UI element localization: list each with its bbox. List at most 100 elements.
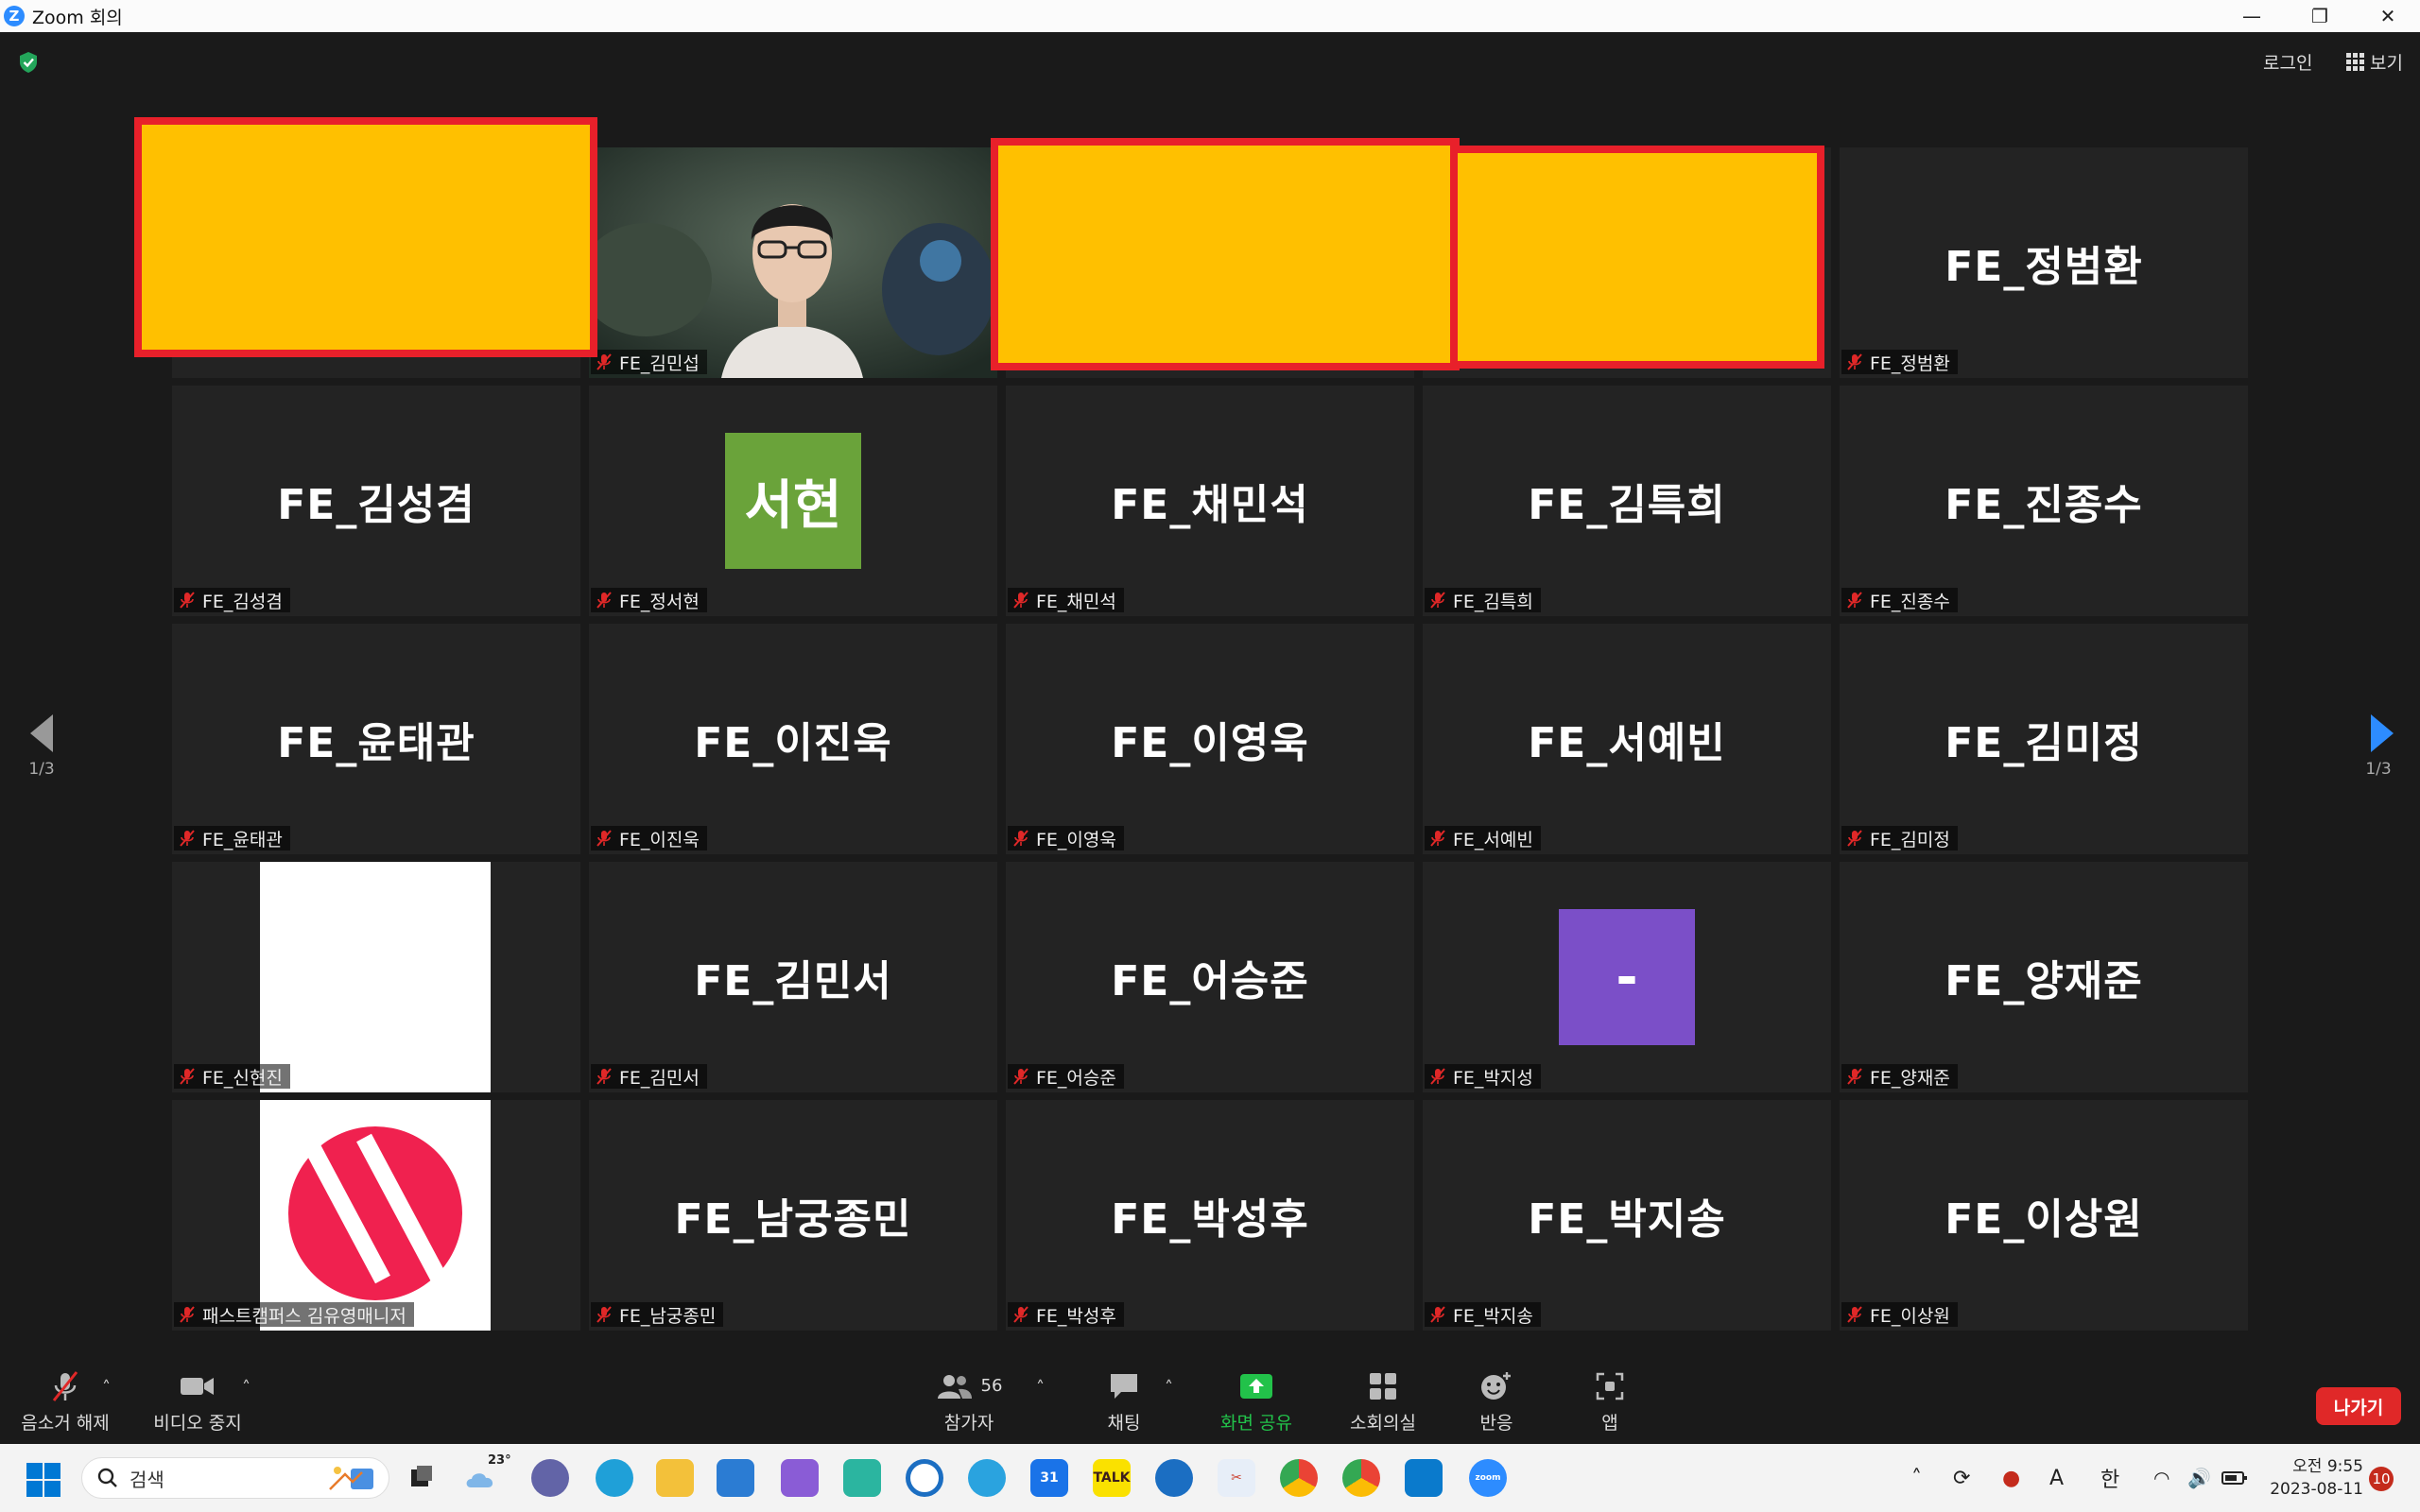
unmute-button[interactable]: 음소거 해제 xyxy=(15,1359,115,1444)
participant-tile[interactable]: FE_양재준 FE_양재준 xyxy=(1840,862,2248,1092)
participant-tile[interactable]: FE_김미정 FE_김미정 xyxy=(1840,624,2248,854)
participant-tile[interactable]: FE_서예빈 FE_서예빈 xyxy=(1423,624,1831,854)
participant-tile[interactable]: FE_김성겸 FE_김성겸 xyxy=(172,386,580,616)
taskbar-search-box[interactable]: 검색 xyxy=(81,1457,389,1499)
participant-tile[interactable]: FE_박지송 FE_박지송 xyxy=(1423,1100,1831,1331)
participant-name-label: FE_채민석 xyxy=(1008,588,1124,612)
next-page-button[interactable]: 1/3 xyxy=(2360,713,2397,788)
participant-tile[interactable]: FE_김특희 FE_김특희 xyxy=(1423,386,1831,616)
participant-name: FE_박지성 xyxy=(1453,1067,1533,1089)
login-button[interactable]: 로그인 xyxy=(2252,45,2324,77)
tray-mic-icon[interactable]: ● xyxy=(2002,1444,2020,1512)
participant-tile[interactable]: FE_이영욱 FE_이영욱 xyxy=(1006,624,1414,854)
tray-chevron-icon[interactable]: ˄ xyxy=(1911,1444,1922,1512)
participants-button[interactable]: 56 참가자 xyxy=(926,1359,1011,1444)
participant-tile[interactable]: 서현 FE_정서현 xyxy=(589,386,997,616)
zoom-app-icon[interactable]: zoom xyxy=(1469,1459,1507,1497)
windows-start-icon[interactable] xyxy=(26,1463,60,1497)
participant-name-label: FE_남궁종민 xyxy=(591,1302,724,1327)
stop-video-button[interactable]: 비디오 중지 xyxy=(147,1359,248,1444)
kakaotalk-icon[interactable]: TALK xyxy=(1093,1459,1131,1497)
notification-badge[interactable]: 10 xyxy=(2369,1467,2394,1491)
chat-bubble-icon xyxy=(1108,1369,1140,1403)
video-options-caret-icon[interactable]: ˄ xyxy=(242,1378,251,1398)
app-blue-arrow-icon[interactable] xyxy=(1155,1459,1193,1497)
tray-sync-icon[interactable]: ⟳ xyxy=(1953,1444,1970,1512)
taskbar-clock[interactable]: 오전 9:55 2023-08-11 xyxy=(2250,1455,2363,1501)
muted-mic-icon xyxy=(1845,591,1864,610)
restore-button[interactable]: ❐ xyxy=(2286,0,2354,32)
smiley-plus-icon xyxy=(1479,1369,1513,1403)
participant-tile[interactable]: FE_정범환 FE_정범환 xyxy=(1840,147,2248,378)
microsoft-store-icon[interactable] xyxy=(717,1459,754,1497)
file-explorer-icon[interactable] xyxy=(656,1459,694,1497)
close-button[interactable]: ✕ xyxy=(2354,0,2420,32)
window-title: Zoom 회의 xyxy=(32,7,123,28)
participant-tile[interactable]: FE_신현진 xyxy=(172,862,580,1092)
muted-mic-icon xyxy=(1845,1305,1864,1324)
chat-options-caret-icon[interactable]: ˄ xyxy=(1165,1378,1173,1398)
muted-mic-icon xyxy=(1845,1067,1864,1086)
participant-tile[interactable]: 패스트캠퍼스 김유영매니저 xyxy=(172,1100,580,1331)
weather-widget-icon[interactable]: 23° xyxy=(463,1453,511,1497)
reactions-button[interactable]: 반응 xyxy=(1454,1359,1539,1444)
edge-browser-icon[interactable] xyxy=(596,1459,633,1497)
participant-tile[interactable]: FE_진종수 FE_진종수 xyxy=(1840,386,2248,616)
volume-icon[interactable]: 🔊 xyxy=(2187,1444,2211,1512)
participant-name: FE_남궁종민 xyxy=(619,1305,717,1327)
grid-view-icon xyxy=(2346,52,2364,71)
calendar-icon[interactable]: 31 xyxy=(1030,1459,1068,1497)
participants-icon-group: 56 xyxy=(936,1369,1002,1403)
participant-name-label: FE_김성겸 xyxy=(174,588,290,612)
sync-app-icon[interactable] xyxy=(843,1459,881,1497)
participant-tile[interactable]: - FE_박지성 xyxy=(1423,862,1831,1092)
page-indicator-right: 1/3 xyxy=(2365,760,2392,779)
participant-tile-video[interactable]: FE_김민섭 xyxy=(589,147,997,378)
chat-button[interactable]: 채팅 xyxy=(1081,1359,1167,1444)
cortana-circle-icon[interactable] xyxy=(906,1459,943,1497)
clock-date: 2023-08-11 xyxy=(2270,1480,2363,1499)
participant-avatar: - xyxy=(1559,909,1695,1045)
share-screen-button[interactable]: 화면 공유 xyxy=(1214,1359,1299,1444)
leave-meeting-button[interactable]: 나가기 xyxy=(2316,1387,2401,1425)
app-purple-icon[interactable] xyxy=(781,1459,819,1497)
participant-tile[interactable]: FE_채민석 FE_채민석 xyxy=(1006,386,1414,616)
tray-ime-a[interactable]: A xyxy=(2049,1444,2064,1512)
participant-tile[interactable]: FE_어승준 FE_어승준 xyxy=(1006,862,1414,1092)
battery-icon[interactable] xyxy=(2221,1444,2248,1512)
participant-name: FE_김민서 xyxy=(619,1067,700,1089)
participants-options-caret-icon[interactable]: ˄ xyxy=(1036,1378,1045,1398)
tray-ime-korean[interactable]: 한 xyxy=(2100,1444,2119,1512)
video-camera-icon xyxy=(179,1369,216,1403)
participant-display-name: FE_진종수 xyxy=(1945,481,2143,529)
task-view-icon[interactable] xyxy=(403,1459,441,1497)
previous-page-button[interactable]: 1/3 xyxy=(23,713,60,788)
apps-button[interactable]: 앱 xyxy=(1567,1359,1652,1444)
participant-display-name: FE_이상원 xyxy=(1945,1195,2143,1244)
vscode-icon[interactable] xyxy=(1405,1459,1443,1497)
share-screen-label: 화면 공유 xyxy=(1220,1412,1292,1434)
encryption-shield-icon[interactable] xyxy=(18,51,39,74)
breakout-rooms-button[interactable]: 소회의실 xyxy=(1340,1359,1426,1444)
participants-icon xyxy=(937,1374,972,1399)
participant-tile[interactable]: FE_남궁종민 FE_남궁종민 xyxy=(589,1100,997,1331)
participant-name-label: 패스트캠퍼스 김유영매니저 xyxy=(174,1302,414,1327)
participant-tile[interactable]: FE_김민서 FE_김민서 xyxy=(589,862,997,1092)
participant-tile[interactable]: FE_이진욱 FE_이진욱 xyxy=(589,624,997,854)
chrome-profile-icon[interactable] xyxy=(1342,1459,1380,1497)
chrome-icon[interactable] xyxy=(1280,1459,1318,1497)
minimize-button[interactable]: — xyxy=(2218,0,2286,32)
participant-display-name: FE_박성후 xyxy=(1111,1195,1309,1244)
participant-name-label: FE_진종수 xyxy=(1841,588,1958,612)
wifi-icon[interactable]: ◠ xyxy=(2153,1444,2169,1512)
telegram-icon[interactable] xyxy=(968,1459,1006,1497)
participant-name: FE_서예빈 xyxy=(1453,829,1533,850)
teams-chat-icon[interactable] xyxy=(531,1459,569,1497)
participant-display-name: FE_김미정 xyxy=(1945,719,2143,767)
participant-tile[interactable]: FE_이상원 FE_이상원 xyxy=(1840,1100,2248,1331)
participant-tile[interactable]: FE_박성후 FE_박성후 xyxy=(1006,1100,1414,1331)
view-button[interactable]: 보기 xyxy=(2339,45,2411,77)
audio-options-caret-icon[interactable]: ˄ xyxy=(102,1378,111,1398)
participant-tile[interactable]: FE_윤태관 FE_윤태관 xyxy=(172,624,580,854)
snipping-tool-icon[interactable]: ✂ xyxy=(1218,1459,1255,1497)
